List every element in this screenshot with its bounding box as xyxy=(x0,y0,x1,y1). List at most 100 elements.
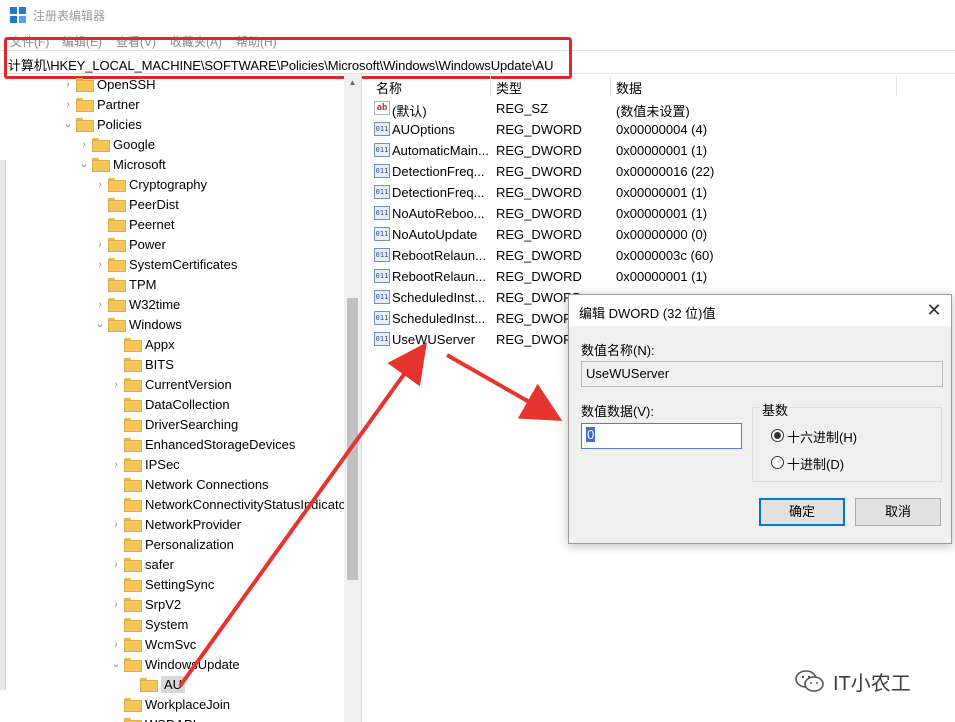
tree-item[interactable]: Network Connections xyxy=(108,474,269,494)
column-header-type[interactable]: 类型 xyxy=(496,78,522,97)
chevron-right-icon[interactable]: › xyxy=(92,174,108,194)
tree-item-label[interactable]: WSDAPI xyxy=(145,717,196,722)
chevron-right-icon[interactable]: › xyxy=(108,454,124,474)
chevron-down-icon[interactable]: ⌄ xyxy=(92,314,108,334)
cancel-button[interactable]: 取消 xyxy=(855,498,941,526)
tree-item-label[interactable]: AU xyxy=(161,675,186,693)
close-icon[interactable]: ✕ xyxy=(921,298,947,322)
tree-item-label[interactable]: Policies xyxy=(97,117,142,132)
tree-item-label[interactable]: IPSec xyxy=(145,457,180,472)
hex-radio[interactable] xyxy=(771,429,784,442)
tree-item-label[interactable]: CurrentVersion xyxy=(145,377,232,392)
tree-item-label[interactable]: W32time xyxy=(129,297,180,312)
tree-item-label[interactable]: NetworkProvider xyxy=(145,517,241,532)
tree-item-label[interactable]: DriverSearching xyxy=(145,417,238,432)
tree-item[interactable]: EnhancedStorageDevices xyxy=(108,434,295,454)
decimal-radio[interactable] xyxy=(771,456,784,469)
tree-item-label[interactable]: SrpV2 xyxy=(145,597,181,612)
tree-item[interactable]: › SystemCertificates xyxy=(92,254,237,274)
value-data-input[interactable]: 0 xyxy=(581,423,742,449)
scroll-up-icon[interactable]: ▲ xyxy=(344,74,361,91)
tree-item-label[interactable]: DataCollection xyxy=(145,397,230,412)
tree-item-label[interactable]: EnhancedStorageDevices xyxy=(145,437,295,452)
tree-item[interactable]: ⌄ Microsoft xyxy=(76,154,166,174)
tree-item[interactable]: › Partner xyxy=(60,94,140,114)
ok-button[interactable]: 确定 xyxy=(759,498,845,526)
tree-item-label[interactable]: Personalization xyxy=(145,537,234,552)
column-header-name[interactable]: 名称 xyxy=(376,78,402,97)
hex-radio-label[interactable]: 十六进制(H) xyxy=(787,427,857,446)
tree-item[interactable]: › Power xyxy=(92,234,166,254)
column-header-data[interactable]: 数据 xyxy=(616,78,642,97)
value-row[interactable]: 011 AutomaticMain... REG_DWORD 0x00000001 (… xyxy=(366,140,946,161)
tree-item-label[interactable]: System xyxy=(145,617,188,632)
value-row[interactable]: 011 DetectionFreq... REG_DWORD 0x00000001 (… xyxy=(366,182,946,203)
value-row[interactable]: 011 RebootRelaun... REG_DWORD 0x00000001 (1… xyxy=(366,266,946,287)
tree-item-label[interactable]: WcmSvc xyxy=(145,637,196,652)
column-divider[interactable] xyxy=(896,76,897,96)
tree-item[interactable]: › NetworkProvider xyxy=(108,514,241,534)
chevron-right-icon[interactable]: › xyxy=(60,74,76,94)
tree-item[interactable]: ⌄ WindowsUpdate xyxy=(108,654,240,674)
tree-item[interactable]: DriverSearching xyxy=(108,414,238,434)
tree-item[interactable]: › Cryptography xyxy=(92,174,207,194)
decimal-radio-label[interactable]: 十进制(D) xyxy=(787,454,844,473)
tree-item-label[interactable]: Cryptography xyxy=(129,177,207,192)
value-row[interactable]: 011 AUOptions REG_DWORD 0x00000004 (4) xyxy=(366,119,946,140)
value-row[interactable]: 011 NoAutoReboo... REG_DWORD 0x00000001 (1) xyxy=(366,203,946,224)
chevron-down-icon[interactable]: ⌄ xyxy=(76,154,92,174)
tree-item[interactable]: WSDAPI xyxy=(108,714,196,722)
tree-item-label[interactable]: OpenSSH xyxy=(97,77,156,92)
tree-item[interactable]: › OpenSSH xyxy=(60,74,156,94)
tree-item-label[interactable]: WindowsUpdate xyxy=(145,657,240,672)
tree-item-label[interactable]: Google xyxy=(113,137,155,152)
tree-item[interactable]: Personalization xyxy=(108,534,234,554)
value-row[interactable]: 011 NoAutoUpdate REG_DWORD 0x00000000 (0) xyxy=(366,224,946,245)
tree-item-label[interactable]: NetworkConnectivityStatusIndicator xyxy=(145,497,350,512)
chevron-right-icon[interactable]: › xyxy=(108,594,124,614)
tree-item[interactable]: Appx xyxy=(108,334,175,354)
tree-item-label[interactable]: Network Connections xyxy=(145,477,269,492)
tree-item-label[interactable]: Partner xyxy=(97,97,140,112)
tree-item[interactable]: › safer xyxy=(108,554,174,574)
value-row[interactable]: ab (默认) REG_SZ (数值未设置) xyxy=(366,98,946,119)
chevron-down-icon[interactable]: ⌄ xyxy=(108,654,124,674)
tree-scrollbar[interactable]: ▲ xyxy=(344,74,361,722)
tree-item-label[interactable]: BITS xyxy=(145,357,174,372)
tree-item-label[interactable]: Appx xyxy=(145,337,175,352)
tree-item[interactable]: DataCollection xyxy=(108,394,230,414)
tree-item[interactable]: BITS xyxy=(108,354,174,374)
column-divider[interactable] xyxy=(610,76,611,96)
chevron-right-icon[interactable]: › xyxy=(92,294,108,314)
tree-item[interactable]: NetworkConnectivityStatusIndicator xyxy=(108,494,350,514)
chevron-right-icon[interactable]: › xyxy=(108,554,124,574)
tree-item-label[interactable]: PeerDist xyxy=(129,197,179,212)
value-data-text[interactable]: 0 xyxy=(586,427,596,442)
chevron-right-icon[interactable]: › xyxy=(60,94,76,114)
tree-item[interactable]: › SrpV2 xyxy=(108,594,181,614)
tree-item[interactable]: WorkplaceJoin xyxy=(108,694,230,714)
chevron-right-icon[interactable]: › xyxy=(108,634,124,654)
chevron-right-icon[interactable]: › xyxy=(108,514,124,534)
tree-item[interactable]: ⌄ Policies xyxy=(60,114,142,134)
tree-item-label[interactable]: Microsoft xyxy=(113,157,166,172)
chevron-right-icon[interactable]: › xyxy=(76,134,92,154)
tree-item[interactable]: AU xyxy=(124,674,186,694)
value-row[interactable]: 011 RebootRelaun... REG_DWORD 0x0000003c (6… xyxy=(366,245,946,266)
tree-item[interactable]: › IPSec xyxy=(108,454,180,474)
tree-item[interactable]: System xyxy=(108,614,188,634)
chevron-right-icon[interactable]: › xyxy=(92,254,108,274)
value-row[interactable]: 011 DetectionFreq... REG_DWORD 0x00000016 (… xyxy=(366,161,946,182)
tree-item[interactable]: SettingSync xyxy=(108,574,214,594)
tree-item-label[interactable]: SettingSync xyxy=(145,577,214,592)
tree-item[interactable]: Peernet xyxy=(92,214,175,234)
tree-item[interactable]: › WcmSvc xyxy=(108,634,196,654)
tree-item[interactable]: › CurrentVersion xyxy=(108,374,232,394)
chevron-down-icon[interactable]: ⌄ xyxy=(60,114,76,134)
tree-item-label[interactable]: Peernet xyxy=(129,217,175,232)
tree-item-label[interactable]: TPM xyxy=(129,277,156,292)
tree-item[interactable]: TPM xyxy=(92,274,156,294)
chevron-right-icon[interactable]: › xyxy=(92,234,108,254)
tree-item-label[interactable]: Power xyxy=(129,237,166,252)
tree-item-label[interactable]: safer xyxy=(145,557,174,572)
